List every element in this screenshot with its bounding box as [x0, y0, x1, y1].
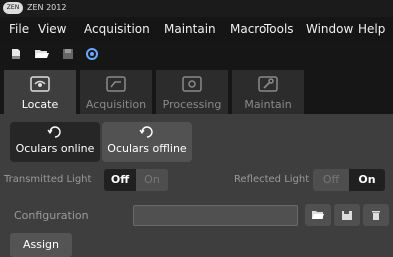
save-button[interactable] — [58, 44, 78, 64]
settings-icon — [86, 48, 98, 60]
menu-macro[interactable]: Macro — [230, 22, 266, 36]
open-folder-icon — [312, 210, 324, 219]
gear-icon — [182, 76, 202, 92]
oculars-offline-label: Oculars offline — [107, 142, 187, 155]
refresh-icon — [47, 126, 61, 138]
menu-file[interactable]: File — [9, 22, 29, 36]
open-folder-icon — [35, 50, 49, 58]
tab-locate[interactable]: Locate — [4, 70, 76, 114]
transmitted-off-option[interactable]: Off — [104, 169, 136, 191]
new-document-icon — [12, 49, 20, 59]
refresh-icon — [139, 126, 153, 138]
new-document-button[interactable] — [6, 44, 26, 64]
app-logo: ZEN — [3, 2, 23, 14]
save-icon — [342, 210, 352, 220]
open-configuration-button[interactable] — [305, 204, 331, 226]
tab-maintain[interactable]: Maintain — [232, 70, 304, 114]
tab-acquisition[interactable]: Acquisition — [80, 70, 152, 114]
transmitted-light-label: Transmitted Light — [4, 174, 92, 185]
menu-tools[interactable]: Tools — [264, 22, 294, 36]
reflected-light-label: Reflected Light — [234, 174, 310, 185]
menu-acquisition[interactable]: Acquisition — [84, 22, 150, 36]
window-title: ZEN 2012 — [27, 3, 67, 12]
transmitted-light-toggle[interactable]: Off On — [104, 169, 168, 191]
save-icon — [63, 49, 73, 59]
oculars-online-button[interactable]: Oculars online — [10, 122, 100, 162]
save-configuration-button[interactable] — [334, 204, 360, 226]
camera-icon — [106, 76, 126, 92]
tab-locate-label: Locate — [21, 98, 59, 111]
oculars-offline-button[interactable]: Oculars offline — [102, 122, 192, 162]
eye-icon — [30, 76, 50, 92]
menu-maintain[interactable]: Maintain — [164, 22, 216, 36]
toolbar — [0, 42, 393, 66]
open-folder-button[interactable] — [32, 44, 52, 64]
tab-bar: Locate Acquisition Processing Maintain — [0, 66, 393, 114]
menu-bar: File View Acquisition Maintain Macro Too… — [0, 17, 393, 42]
configuration-label: Configuration — [14, 209, 89, 222]
delete-configuration-button[interactable] — [363, 204, 389, 226]
reflected-light-toggle[interactable]: Off On — [313, 169, 385, 191]
oculars-online-label: Oculars online — [15, 142, 95, 155]
trash-icon — [372, 211, 380, 220]
assign-button[interactable]: Assign — [10, 233, 72, 257]
title-bar: ZEN ZEN 2012 — [0, 0, 393, 17]
transmitted-on-option[interactable]: On — [136, 169, 168, 191]
settings-button[interactable] — [82, 44, 102, 64]
reflected-on-option[interactable]: On — [349, 169, 385, 191]
configuration-input[interactable] — [133, 205, 298, 226]
tab-processing-label: Processing — [162, 98, 222, 111]
wrench-icon — [258, 76, 278, 92]
tab-acquisition-label: Acquisition — [85, 98, 147, 111]
reflected-off-option[interactable]: Off — [313, 169, 349, 191]
locate-panel: Oculars online Oculars offline Transmitt… — [0, 114, 393, 257]
tab-maintain-label: Maintain — [244, 98, 292, 111]
menu-window[interactable]: Window — [306, 22, 353, 36]
menu-help[interactable]: Help — [358, 22, 385, 36]
menu-view[interactable]: View — [38, 22, 66, 36]
tab-processing[interactable]: Processing — [156, 70, 228, 114]
